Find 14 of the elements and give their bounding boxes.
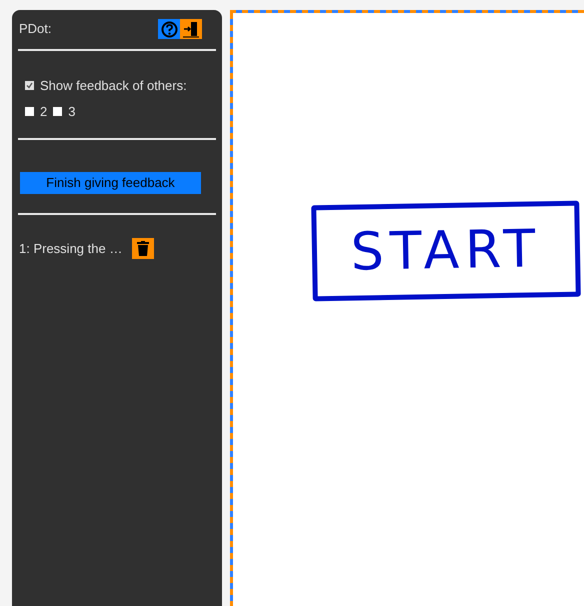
checkbox-label: 2 [40,102,48,120]
checkbox-label: 3 [68,102,76,120]
checkbox[interactable] [25,81,34,90]
feedback-item[interactable]: 1: Pressing the … [19,238,122,258]
checkbox[interactable] [53,106,62,116]
sketch-text: START [350,223,542,279]
drawing-canvas[interactable]: START [233,13,584,606]
help-icon[interactable] [158,19,180,39]
app-title: PDot: [19,20,52,38]
checkbox[interactable] [25,106,34,116]
trash-icon[interactable] [132,238,154,259]
checkbox-label: Show feedback of others: [40,77,187,95]
exit-door-icon[interactable] [180,19,202,39]
finish-feedback-button[interactable]: Finish giving feedback [20,172,201,194]
